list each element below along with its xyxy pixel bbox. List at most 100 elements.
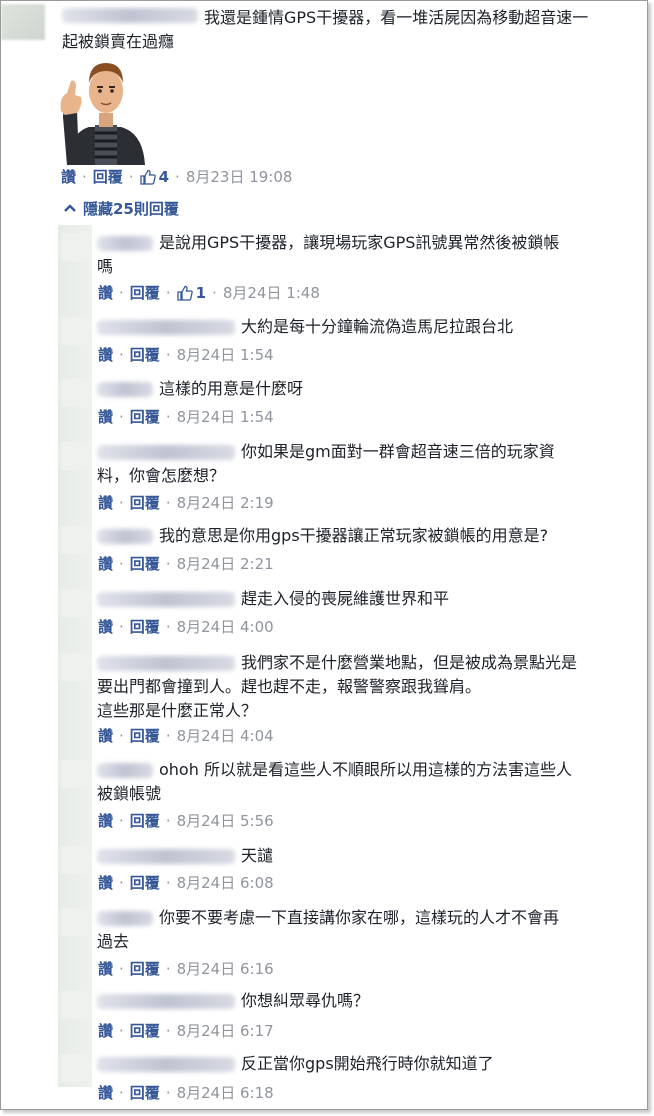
reply-text-line: 反正當你gps開始飛行時你就知道了 [241, 1054, 494, 1073]
author-name-blurred[interactable] [97, 911, 153, 926]
reply-actions: 讚 · 回覆 · 8月24日 2:21 [98, 555, 274, 573]
reply-avatar[interactable] [61, 653, 89, 681]
author-name-blurred[interactable] [97, 849, 235, 864]
like-link[interactable]: 讚 [98, 1022, 113, 1040]
timestamp[interactable]: 8月24日 6:17 [177, 1022, 274, 1040]
timestamp[interactable]: 8月24日 6:08 [177, 874, 274, 892]
reply-text-line: 要出門都會撞到人。趕也趕不走，報警警察跟我聳肩。 [97, 677, 482, 696]
reply-link[interactable]: 回覆 [130, 346, 160, 364]
reply-actions: 讚 · 回覆 · 1 · 8月24日 1:48 [98, 284, 320, 302]
reply-actions: 讚 · 回覆 · 8月24日 1:54 [98, 408, 274, 426]
reply-text-line: 是說用GPS干擾器，讓現場玩家GPS訊號異常然後被鎖帳 [159, 233, 560, 252]
reply-text-line: 過去 [97, 932, 130, 951]
reply-link[interactable]: 回覆 [130, 960, 160, 978]
timestamp[interactable]: 8月24日 5:56 [177, 812, 274, 830]
timestamp[interactable]: 8月24日 4:04 [177, 727, 274, 745]
timestamp[interactable]: 8月24日 6:18 [177, 1084, 274, 1102]
reply-link[interactable]: 回覆 [130, 1022, 160, 1040]
reply-avatar[interactable] [61, 760, 89, 788]
reply-text-line: 你如果是gm面對一群會超音速三倍的玩家資 [241, 442, 555, 461]
reply-link[interactable]: 回覆 [93, 168, 123, 186]
comment-thread: 我還是鍾情GPS干擾器，看一堆活屍因為移動超音速一 起被鎖賣在過癮 讚 · 回覆 · 4… [0, 0, 648, 1110]
reply-text-line: 天譴 [241, 846, 274, 865]
reply-avatar[interactable] [61, 846, 89, 874]
reply-text-line: 我們家不是什麼營業地點，但是被成為景點光是 [241, 653, 578, 672]
author-name-blurred[interactable] [97, 763, 153, 778]
reply-avatar[interactable] [61, 233, 89, 261]
like-link[interactable]: 讚 [98, 618, 113, 636]
author-name-blurred[interactable] [97, 994, 235, 1009]
like-link[interactable]: 讚 [98, 555, 113, 573]
reply-text-line: 料，你會怎麼想？ [97, 466, 226, 485]
like-link[interactable]: 讚 [98, 408, 113, 426]
reply-actions: 讚 · 回覆 · 8月24日 6:08 [98, 874, 274, 892]
timestamp[interactable]: 8月24日 1:48 [223, 284, 320, 302]
reply-actions: 讚 · 回覆 · 8月24日 5:56 [98, 812, 274, 830]
timestamp[interactable]: 8月24日 1:54 [177, 408, 274, 426]
timestamp[interactable]: 8月24日 2:21 [177, 555, 274, 573]
reply-link[interactable]: 回覆 [130, 494, 160, 512]
author-name-blurred[interactable] [97, 236, 153, 251]
hide-replies-label[interactable]: 隱藏25則回覆 [83, 200, 179, 218]
timestamp[interactable]: 8月23日 19:08 [186, 168, 293, 186]
reply-avatar[interactable] [61, 317, 89, 345]
reply-avatar[interactable] [61, 442, 89, 470]
like-link[interactable]: 讚 [98, 1084, 113, 1102]
reply-text-line: 嗎 [97, 257, 114, 276]
reply-link[interactable]: 回覆 [130, 618, 160, 636]
reply-avatar[interactable] [61, 379, 89, 407]
reply-actions: 讚 · 回覆 · 8月24日 1:54 [98, 346, 274, 364]
reply-link[interactable]: 回覆 [130, 874, 160, 892]
comment-actions: 讚 · 回覆 · 4 · 8月23日 19:08 [61, 168, 293, 186]
timestamp[interactable]: 8月24日 6:16 [177, 960, 274, 978]
thumbs-up-icon [139, 169, 156, 185]
reply-text-line: 這些那是什麼正常人？ [97, 701, 258, 720]
author-name-blurred[interactable] [97, 529, 153, 544]
reply-actions: 讚 · 回覆 · 8月24日 6:17 [98, 1022, 274, 1040]
reply-avatar[interactable] [61, 908, 89, 936]
timestamp[interactable]: 8月24日 2:19 [177, 494, 274, 512]
reply-avatar[interactable] [61, 526, 89, 554]
author-name-blurred[interactable] [97, 1057, 235, 1072]
chevron-up-icon [64, 204, 76, 212]
reply-link[interactable]: 回覆 [130, 555, 160, 573]
hide-replies-link[interactable]: 隱藏25則回覆 [63, 199, 179, 219]
author-name-blurred[interactable] [97, 656, 235, 671]
commenter-avatar[interactable] [1, 4, 45, 40]
reply-actions: 讚 · 回覆 · 8月24日 2:19 [98, 494, 274, 512]
reply-link[interactable]: 回覆 [130, 727, 160, 745]
like-link[interactable]: 讚 [98, 960, 113, 978]
like-link[interactable]: 讚 [61, 168, 76, 186]
reply-avatar[interactable] [61, 589, 89, 617]
like-link[interactable]: 讚 [98, 494, 113, 512]
reply-link[interactable]: 回覆 [130, 812, 160, 830]
reply-text-line: ohoh 所以就是看這些人不順眼所以用這樣的方法害這些人 [159, 760, 572, 779]
reply-avatar[interactable] [61, 1054, 89, 1082]
reply-text-line: 這樣的用意是什麼呀 [159, 379, 304, 398]
thumbs-up-agent-sticker [60, 63, 145, 165]
like-link[interactable]: 讚 [98, 727, 113, 745]
author-name-blurred[interactable] [97, 445, 235, 460]
like-link[interactable]: 讚 [98, 874, 113, 892]
author-name-blurred[interactable] [97, 592, 235, 607]
like-count[interactable]: 1 [196, 284, 206, 302]
author-name-blurred[interactable] [62, 8, 198, 23]
reply-link[interactable]: 回覆 [130, 1084, 160, 1102]
like-link[interactable]: 讚 [98, 284, 113, 302]
reply-link[interactable]: 回覆 [130, 408, 160, 426]
timestamp[interactable]: 8月24日 4:00 [177, 618, 274, 636]
comment-text-line: 我還是鍾情GPS干擾器，看一堆活屍因為移動超音速一 [204, 8, 589, 27]
like-link[interactable]: 讚 [98, 812, 113, 830]
like-link[interactable]: 讚 [98, 346, 113, 364]
reply-text-line: 被鎖帳號 [97, 784, 162, 803]
reply-actions: 讚 · 回覆 · 8月24日 6:16 [98, 960, 274, 978]
reply-text-line: 大約是每十分鐘輪流偽造馬尼拉跟台北 [241, 317, 514, 336]
reply-actions: 讚 · 回覆 · 8月24日 4:04 [98, 727, 274, 745]
timestamp[interactable]: 8月24日 1:54 [177, 346, 274, 364]
thumbs-up-icon [176, 285, 193, 301]
reply-link[interactable]: 回覆 [130, 284, 160, 302]
author-name-blurred[interactable] [97, 382, 153, 397]
author-name-blurred[interactable] [97, 320, 235, 335]
reply-avatar[interactable] [61, 991, 89, 1019]
like-count[interactable]: 4 [159, 168, 169, 186]
